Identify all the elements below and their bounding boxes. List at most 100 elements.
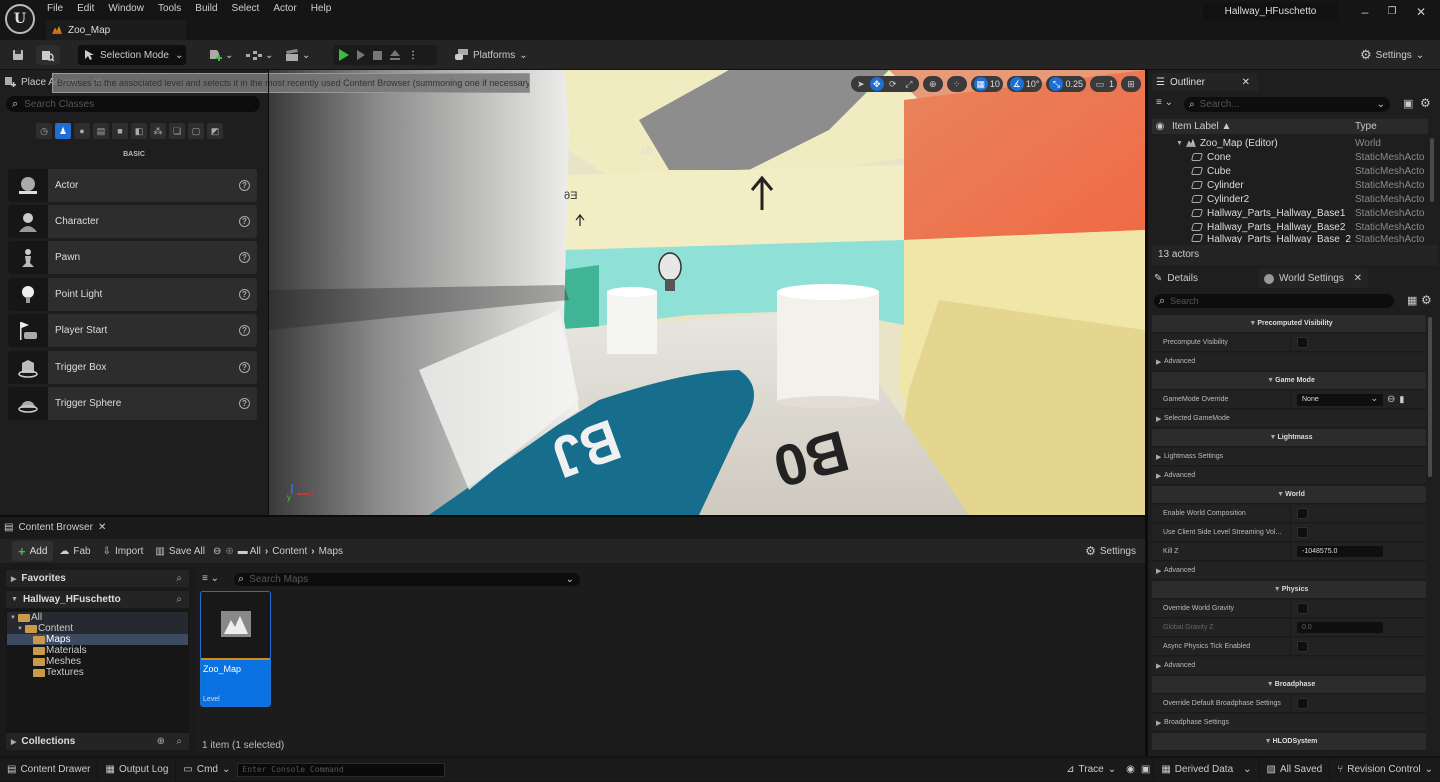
details-subcategory[interactable]: ▶ Broadphase Settings (1152, 714, 1426, 732)
collections-header[interactable]: ▶ Collections ⊕ ⌕ (6, 733, 189, 750)
viewport-layout-button[interactable]: ⊞ (1121, 76, 1141, 92)
details-subcategory[interactable]: ▶ Lightmass Settings (1152, 448, 1426, 466)
add-button[interactable]: + Add (12, 541, 54, 561)
outliner-row[interactable]: Hallway_Parts_Hallway_Base2 StaticMeshAc… (1152, 220, 1428, 234)
stop-icon[interactable] (373, 50, 382, 60)
gear-icon[interactable]: ⚙ (1420, 96, 1431, 110)
project-header[interactable]: ▼ Hallway_HFuschetto ⌕ (6, 591, 189, 608)
details-category[interactable]: ▼ Physics (1152, 581, 1426, 599)
details-search-input[interactable]: ⌕ Search (1154, 294, 1394, 308)
expand-arrow-icon[interactable]: ▶ (1152, 415, 1162, 423)
expand-arrow-icon[interactable]: ▼ (1176, 140, 1183, 147)
details-subcategory[interactable]: ▶ Advanced (1152, 467, 1426, 485)
splitter[interactable] (1145, 70, 1148, 756)
details-category[interactable]: ▼ Lightmass (1152, 429, 1426, 447)
content-browser-tab[interactable]: ▤ Content Browser ✕ (4, 519, 106, 535)
tree-item-meshes[interactable]: Meshes (7, 656, 188, 667)
move-tool-icon[interactable]: ✥ (869, 77, 884, 91)
splitter[interactable] (268, 70, 269, 515)
actor-item-point-light[interactable]: Point Light ? (8, 278, 257, 311)
surface-snap-toggle[interactable]: ⁘ (946, 76, 967, 92)
details-category[interactable]: ▼ Broadphase (1152, 676, 1426, 694)
menu-edit[interactable]: Edit (70, 2, 101, 16)
help-icon[interactable]: ? (239, 289, 250, 300)
tree-item-maps[interactable]: Maps (7, 634, 188, 645)
level-viewport[interactable]: E6 B7 BJ B0 yx ➤ ✥ ⟳ ⤢ ⊕ ⁘ ▦ 10 ∡ 10° ⤡ … (269, 70, 1145, 515)
menu-tools[interactable]: Tools (151, 2, 188, 16)
details-subcategory[interactable]: ▶ Selected GameMode (1152, 410, 1426, 428)
new-blueprint-icon[interactable]: ▮ (1399, 394, 1404, 405)
all-saved-button[interactable]: ▨ All Saved (1260, 757, 1331, 782)
import-button[interactable]: ⇩ Import (97, 541, 150, 561)
search-maps-input[interactable]: ⌕ Search Maps ⌄ (234, 573, 580, 586)
outliner-row[interactable]: Cube StaticMeshActo (1152, 164, 1428, 178)
expand-arrow-icon[interactable]: ▶ (1152, 453, 1162, 461)
actor-item-trigger-sphere[interactable]: Trigger Sphere ? (8, 387, 257, 420)
unreal-logo-icon[interactable]: U (5, 4, 35, 34)
property-number-input[interactable]: 0.0 (1297, 622, 1383, 633)
details-category[interactable]: ▼ Precomputed Visibility (1152, 315, 1426, 333)
outliner-row[interactable]: Cone StaticMeshActo (1152, 150, 1428, 164)
help-icon[interactable]: ? (239, 252, 250, 263)
property-checkbox[interactable] (1297, 337, 1308, 348)
splitter[interactable] (0, 515, 1146, 517)
breadcrumb-content[interactable]: Content (272, 546, 307, 557)
gamemode-override-dropdown[interactable]: None (1297, 392, 1383, 406)
property-checkbox[interactable] (1297, 527, 1308, 538)
breadcrumb-all[interactable]: All (250, 546, 261, 557)
outliner-tab[interactable]: ☰ Outliner ✕ (1152, 73, 1258, 91)
fab-button[interactable]: ☁ Fab (53, 541, 96, 561)
expand-arrow-icon[interactable]: ▼ (1245, 320, 1256, 327)
actor-item-trigger-box[interactable]: Trigger Box ? (8, 351, 257, 384)
category-volumes-icon[interactable]: ⁂ (150, 123, 166, 139)
property-checkbox[interactable] (1297, 698, 1308, 709)
tree-item-textures[interactable]: Textures (7, 667, 188, 678)
menu-help[interactable]: Help (304, 2, 339, 16)
close-window-button[interactable]: ✕ (1411, 4, 1431, 20)
level-tab[interactable]: Zoo_Map (46, 20, 186, 40)
expand-arrow-icon[interactable]: ▼ (1273, 491, 1284, 498)
property-number-input[interactable]: -1048575.0 (1297, 546, 1383, 557)
add-actor-button[interactable]: ⌄ (208, 45, 233, 65)
search-icon[interactable]: ⌕ (176, 573, 182, 584)
grid-snap-control[interactable]: ▦ 10 (970, 76, 1003, 92)
category-geometry-icon[interactable]: ◧ (131, 123, 147, 139)
details-subcategory[interactable]: ▶ Advanced (1152, 562, 1426, 580)
category-recent-icon[interactable]: ◷ (36, 123, 52, 139)
expand-arrow-icon[interactable]: ▶ (1152, 567, 1162, 575)
category-visual-effects-icon[interactable]: ■ (112, 123, 128, 139)
outliner-row[interactable]: Cylinder2 StaticMeshActo (1152, 192, 1428, 206)
restore-button[interactable]: ❐ (1382, 4, 1402, 20)
help-icon[interactable]: ? (239, 398, 250, 409)
table-view-icon[interactable]: ▦ (1407, 294, 1417, 307)
derived-data-dropdown[interactable]: ▦ Derived Data ⌄ (1154, 757, 1260, 782)
browse-level-button[interactable] (36, 45, 60, 65)
tree-item-content[interactable]: ▼ Content (7, 623, 188, 634)
help-icon[interactable]: ? (239, 362, 250, 373)
property-checkbox[interactable] (1297, 603, 1308, 614)
settings-dropdown[interactable]: ⚙ Settings ⌄ (1360, 45, 1424, 65)
menu-select[interactable]: Select (225, 2, 267, 16)
expand-arrow-icon[interactable]: ▶ (1152, 719, 1162, 727)
filter-button[interactable]: ≡ ⌄ (202, 573, 219, 584)
eject-icon[interactable] (390, 50, 400, 60)
gear-icon[interactable]: ⚙ (1421, 293, 1432, 307)
menu-actor[interactable]: Actor (266, 2, 303, 16)
menu-window[interactable]: Window (101, 2, 151, 16)
play-icon[interactable] (339, 49, 349, 61)
save-all-button[interactable]: ▥ Save All (149, 541, 211, 561)
actor-item-actor[interactable]: Actor ? (8, 169, 257, 202)
actor-item-character[interactable]: Character ? (8, 205, 257, 238)
select-tool-icon[interactable]: ➤ (854, 77, 868, 91)
outliner-row[interactable]: Hallway_Parts_Hallway_Base_2 StaticMeshA… (1152, 234, 1428, 243)
category-basic-icon[interactable]: ♟ (55, 123, 71, 139)
category-cinematic-icon[interactable]: ▤ (93, 123, 109, 139)
add-collection-icon[interactable]: ⊕ (157, 736, 165, 747)
help-icon[interactable]: ? (239, 325, 250, 336)
tab-details[interactable]: ✎ Details (1148, 269, 1258, 288)
world-local-toggle[interactable]: ⊕ (922, 76, 943, 92)
outliner-row[interactable]: ▼ Zoo_Map (Editor) World (1152, 136, 1428, 150)
column-item-label[interactable]: Item Label ▲ (1168, 121, 1351, 132)
filter-button[interactable]: ≡ ⌄ (1156, 97, 1173, 108)
expand-arrow-icon[interactable]: ▶ (1152, 472, 1162, 480)
